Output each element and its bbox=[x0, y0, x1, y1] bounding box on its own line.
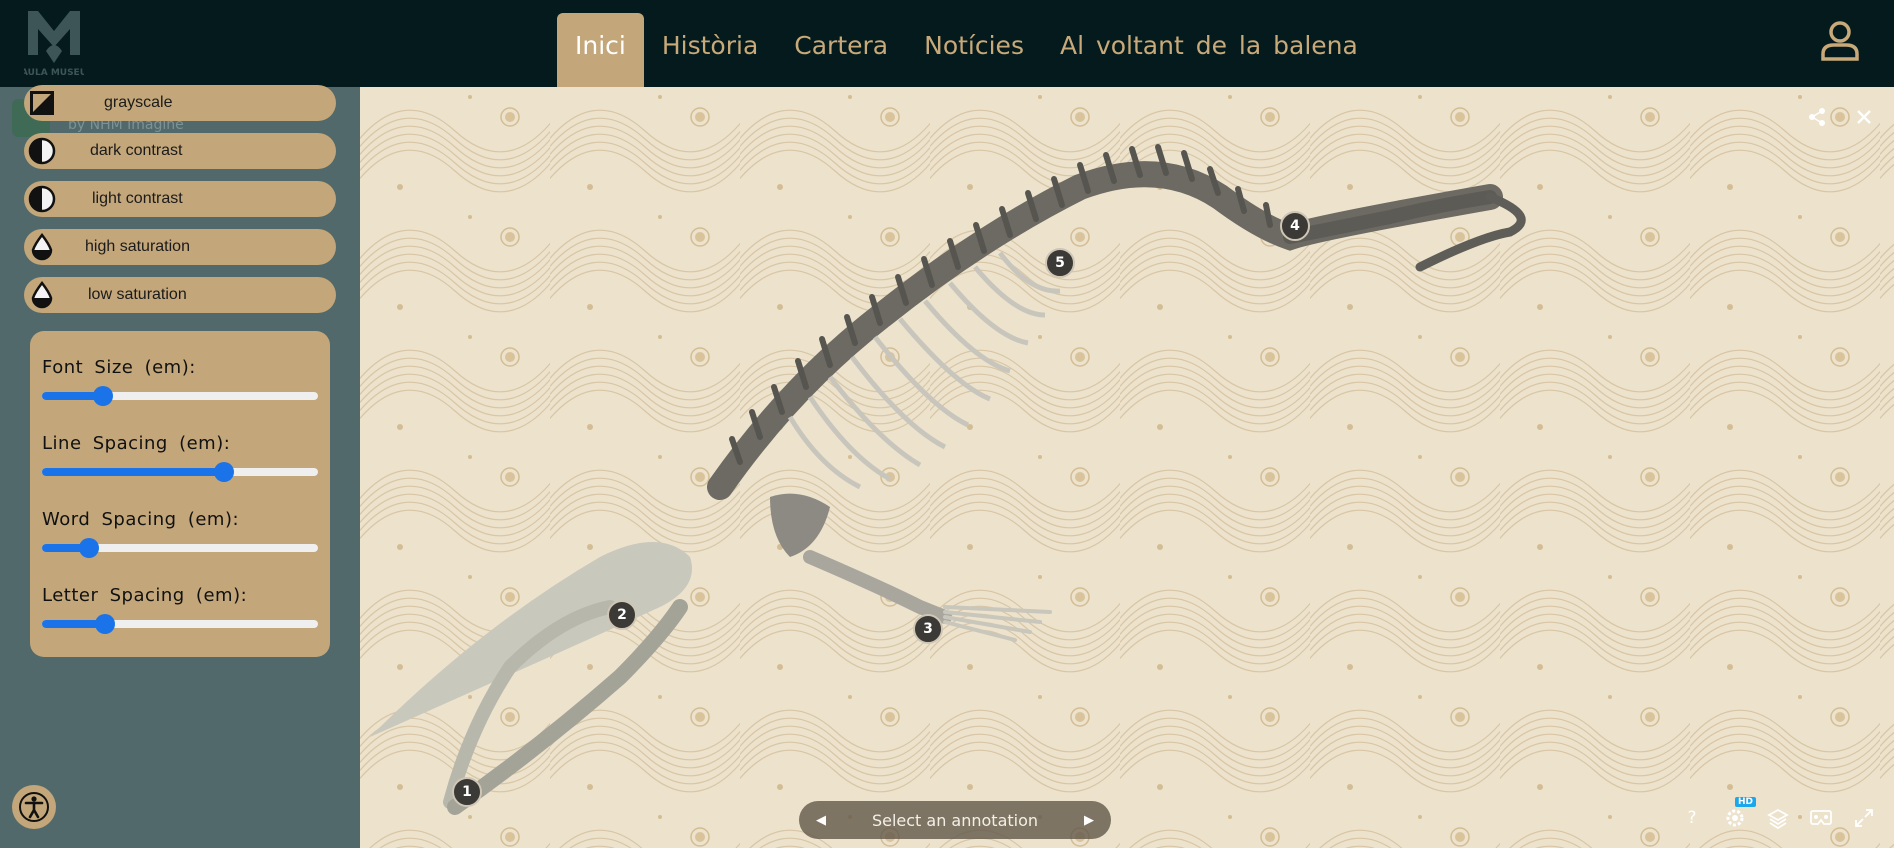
letter-spacing-slider[interactable] bbox=[42, 614, 318, 634]
slider-thumb[interactable] bbox=[214, 462, 235, 482]
saturation-icon bbox=[24, 229, 60, 265]
grayscale-filter-button[interactable]: grayscale bbox=[24, 85, 336, 121]
letter-spacing-control: Letter Spacing (em): bbox=[42, 585, 318, 661]
font-size-control: Font Size (em): bbox=[42, 357, 318, 433]
light-contrast-button[interactable]: light contrast bbox=[24, 181, 336, 217]
annotation-marker-3[interactable]: 3 bbox=[913, 614, 943, 644]
annotation-select-label[interactable]: Select an annotation bbox=[829, 811, 1081, 830]
share-icon[interactable] bbox=[1806, 106, 1828, 128]
slider-thumb[interactable] bbox=[92, 386, 113, 406]
accessibility-toggle-button[interactable] bbox=[12, 785, 56, 829]
hd-badge: HD bbox=[1735, 797, 1757, 807]
annotation-navigation-bar: ◀ Select an annotation ▶ bbox=[799, 801, 1111, 839]
help-label: ? bbox=[1687, 808, 1697, 828]
main-nav: Inici Història Cartera Notícies Al volta… bbox=[557, 13, 1376, 87]
word-spacing-control: Word Spacing (em): bbox=[42, 509, 318, 585]
low-saturation-button[interactable]: low saturation bbox=[24, 277, 336, 313]
light-contrast-label: light contrast bbox=[92, 190, 183, 207]
help-icon[interactable]: ? bbox=[1680, 806, 1704, 830]
nav-item-al-voltant[interactable]: Al voltant de la balena bbox=[1042, 13, 1376, 87]
settings-icon[interactable]: HD bbox=[1723, 797, 1757, 830]
contrast-icon bbox=[24, 133, 60, 169]
low-saturation-label: low saturation bbox=[88, 286, 187, 303]
slider-fill bbox=[42, 468, 225, 476]
fullscreen-icon[interactable] bbox=[1852, 806, 1876, 830]
grayscale-icon bbox=[24, 85, 60, 121]
annotation-marker-5[interactable]: 5 bbox=[1045, 248, 1075, 278]
accessibility-icon bbox=[19, 792, 49, 822]
contrast-icon bbox=[24, 181, 60, 217]
layers-icon[interactable] bbox=[1766, 806, 1790, 830]
next-annotation-button[interactable]: ▶ bbox=[1081, 813, 1097, 828]
nav-item-cartera[interactable]: Cartera bbox=[776, 13, 906, 87]
font-size-label: Font Size (em): bbox=[42, 357, 196, 378]
line-spacing-label: Line Spacing (em): bbox=[42, 433, 231, 454]
word-spacing-label: Word Spacing (em): bbox=[42, 509, 240, 530]
dark-contrast-label: dark contrast bbox=[90, 142, 183, 159]
text-spacing-sliders-panel: Font Size (em): Line Spacing (em): Word … bbox=[30, 331, 330, 657]
previous-annotation-button[interactable]: ◀ bbox=[813, 813, 829, 828]
top-navigation-bar: AULA MUSEU Inici Història Cartera Notíci… bbox=[0, 0, 1894, 87]
annotation-marker-4[interactable]: 4 bbox=[1280, 211, 1310, 241]
slider-thumb[interactable] bbox=[78, 538, 99, 558]
high-saturation-label: high saturation bbox=[85, 238, 190, 255]
user-icon[interactable] bbox=[1818, 20, 1862, 62]
slider-thumb[interactable] bbox=[95, 614, 116, 634]
line-spacing-slider[interactable] bbox=[42, 462, 318, 482]
nav-item-noticies[interactable]: Notícies bbox=[906, 13, 1042, 87]
annotation-marker-1[interactable]: 1 bbox=[452, 777, 482, 807]
logo-text: AULA MUSEU bbox=[24, 68, 84, 77]
annotation-marker-2[interactable]: 2 bbox=[607, 600, 637, 630]
wave-pattern-background bbox=[360, 87, 1894, 848]
nav-item-historia[interactable]: Història bbox=[644, 13, 776, 87]
sketchfab-3d-viewer[interactable]: 1 2 3 4 5 ◀ Select an annotation ▶ ? HD bbox=[360, 87, 1894, 848]
saturation-icon bbox=[24, 277, 60, 313]
vr-icon[interactable] bbox=[1809, 806, 1833, 830]
word-spacing-slider[interactable] bbox=[42, 538, 318, 558]
dark-contrast-button[interactable]: dark contrast bbox=[24, 133, 336, 169]
grayscale-label: grayscale bbox=[104, 94, 173, 111]
line-spacing-control: Line Spacing (em): bbox=[42, 433, 318, 509]
close-icon[interactable] bbox=[1853, 106, 1875, 128]
high-saturation-button[interactable]: high saturation bbox=[24, 229, 336, 265]
aula-museu-logo[interactable]: AULA MUSEU bbox=[21, 7, 87, 78]
letter-spacing-label: Letter Spacing (em): bbox=[42, 585, 248, 606]
font-size-slider[interactable] bbox=[42, 386, 318, 406]
nav-item-inici[interactable]: Inici bbox=[557, 13, 644, 87]
